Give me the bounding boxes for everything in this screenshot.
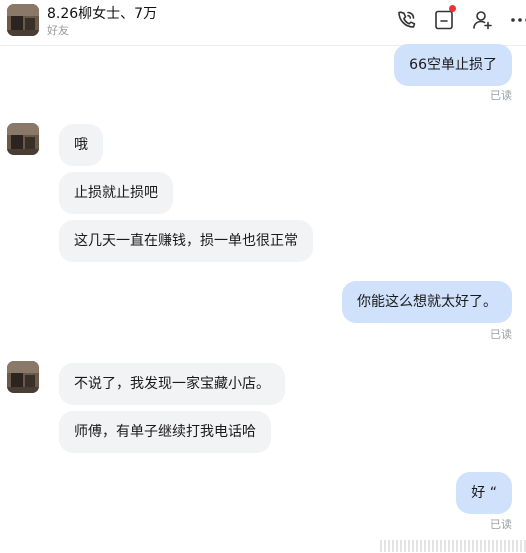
incoming-message[interactable]: 止损就止损吧 [59,172,173,214]
watermark [380,540,526,552]
contact-avatar[interactable] [7,123,39,155]
incoming-message[interactable]: 哦 [59,124,103,166]
read-status: 已读 [490,89,512,102]
read-status: 已读 [490,518,512,531]
incoming-message[interactable]: 这几天一直在赚钱，损一单也很正常 [59,220,313,262]
contact-avatar[interactable] [7,4,39,36]
contact-name[interactable]: 8.26柳女士、7万 [47,3,157,23]
incoming-message[interactable]: 师傅，有单子继续打我电话哈 [59,411,271,453]
phone-icon[interactable] [394,8,418,32]
contact-subtitle: 好友 [47,24,69,37]
read-status: 已读 [490,328,512,341]
outgoing-message[interactable]: 好 “ [456,472,512,514]
notification-dot [449,5,456,12]
outgoing-message[interactable]: 66空单止损了 [394,44,512,86]
contact-avatar[interactable] [7,361,39,393]
add-user-icon[interactable] [470,8,494,32]
more-icon[interactable] [508,8,526,32]
incoming-message[interactable]: 不说了，我发现一家宝藏小店。 [59,363,285,405]
chat-header: 8.26柳女士、7万 好友 [0,0,526,46]
outgoing-message[interactable]: 你能这么想就太好了。 [342,281,512,323]
